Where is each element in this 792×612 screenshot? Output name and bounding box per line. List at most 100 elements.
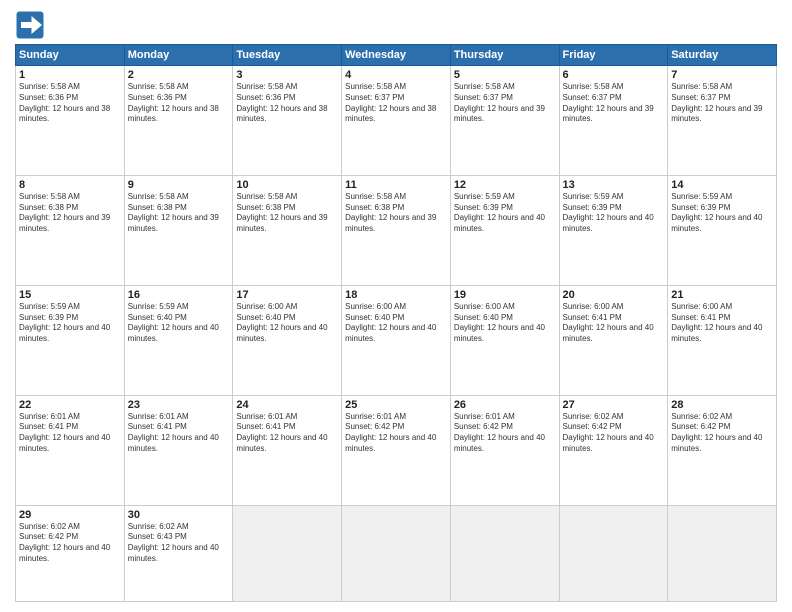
calendar-week-3: 15 Sunrise: 5:59 AMSunset: 6:39 PMDaylig… <box>16 285 777 395</box>
calendar-cell: 18 Sunrise: 6:00 AMSunset: 6:40 PMDaylig… <box>342 285 451 395</box>
day-info: Sunrise: 6:01 AMSunset: 6:42 PMDaylight:… <box>345 412 447 455</box>
calendar-cell: 21 Sunrise: 6:00 AMSunset: 6:41 PMDaylig… <box>668 285 777 395</box>
day-info: Sunrise: 5:58 AMSunset: 6:38 PMDaylight:… <box>236 192 338 235</box>
calendar-cell: 27 Sunrise: 6:02 AMSunset: 6:42 PMDaylig… <box>559 395 668 505</box>
day-number: 5 <box>454 69 556 81</box>
day-info: Sunrise: 5:58 AMSunset: 6:37 PMDaylight:… <box>454 82 556 125</box>
day-number: 2 <box>128 69 230 81</box>
calendar-cell: 7 Sunrise: 5:58 AMSunset: 6:37 PMDayligh… <box>668 66 777 176</box>
calendar-cell: 25 Sunrise: 6:01 AMSunset: 6:42 PMDaylig… <box>342 395 451 505</box>
day-number: 15 <box>19 289 121 301</box>
day-number: 21 <box>671 289 773 301</box>
day-number: 20 <box>563 289 665 301</box>
day-info: Sunrise: 6:01 AMSunset: 6:41 PMDaylight:… <box>19 412 121 455</box>
day-info: Sunrise: 6:01 AMSunset: 6:42 PMDaylight:… <box>454 412 556 455</box>
calendar-cell <box>668 505 777 602</box>
day-info: Sunrise: 6:00 AMSunset: 6:40 PMDaylight:… <box>345 302 447 345</box>
day-header-tuesday: Tuesday <box>233 45 342 66</box>
day-info: Sunrise: 6:00 AMSunset: 6:40 PMDaylight:… <box>236 302 338 345</box>
calendar-cell: 30 Sunrise: 6:02 AMSunset: 6:43 PMDaylig… <box>124 505 233 602</box>
day-info: Sunrise: 5:59 AMSunset: 6:40 PMDaylight:… <box>128 302 230 345</box>
day-info: Sunrise: 6:02 AMSunset: 6:43 PMDaylight:… <box>128 522 230 565</box>
day-number: 19 <box>454 289 556 301</box>
day-info: Sunrise: 5:58 AMSunset: 6:38 PMDaylight:… <box>19 192 121 235</box>
day-info: Sunrise: 5:58 AMSunset: 6:36 PMDaylight:… <box>128 82 230 125</box>
calendar-cell: 13 Sunrise: 5:59 AMSunset: 6:39 PMDaylig… <box>559 175 668 285</box>
day-header-wednesday: Wednesday <box>342 45 451 66</box>
day-info: Sunrise: 6:00 AMSunset: 6:40 PMDaylight:… <box>454 302 556 345</box>
calendar-cell: 22 Sunrise: 6:01 AMSunset: 6:41 PMDaylig… <box>16 395 125 505</box>
day-header-friday: Friday <box>559 45 668 66</box>
day-number: 9 <box>128 179 230 191</box>
header <box>15 10 777 40</box>
calendar-cell <box>342 505 451 602</box>
day-number: 12 <box>454 179 556 191</box>
day-number: 1 <box>19 69 121 81</box>
day-number: 30 <box>128 509 230 521</box>
calendar-table: SundayMondayTuesdayWednesdayThursdayFrid… <box>15 44 777 602</box>
day-info: Sunrise: 5:59 AMSunset: 6:39 PMDaylight:… <box>454 192 556 235</box>
day-number: 25 <box>345 399 447 411</box>
calendar-cell: 14 Sunrise: 5:59 AMSunset: 6:39 PMDaylig… <box>668 175 777 285</box>
day-number: 18 <box>345 289 447 301</box>
day-number: 17 <box>236 289 338 301</box>
calendar-week-1: 1 Sunrise: 5:58 AMSunset: 6:36 PMDayligh… <box>16 66 777 176</box>
day-number: 8 <box>19 179 121 191</box>
day-number: 11 <box>345 179 447 191</box>
day-number: 23 <box>128 399 230 411</box>
calendar-cell: 10 Sunrise: 5:58 AMSunset: 6:38 PMDaylig… <box>233 175 342 285</box>
calendar-week-4: 22 Sunrise: 6:01 AMSunset: 6:41 PMDaylig… <box>16 395 777 505</box>
calendar-cell: 9 Sunrise: 5:58 AMSunset: 6:38 PMDayligh… <box>124 175 233 285</box>
day-number: 24 <box>236 399 338 411</box>
calendar-cell: 1 Sunrise: 5:58 AMSunset: 6:36 PMDayligh… <box>16 66 125 176</box>
day-number: 26 <box>454 399 556 411</box>
day-info: Sunrise: 6:01 AMSunset: 6:41 PMDaylight:… <box>128 412 230 455</box>
calendar-cell: 2 Sunrise: 5:58 AMSunset: 6:36 PMDayligh… <box>124 66 233 176</box>
calendar-week-2: 8 Sunrise: 5:58 AMSunset: 6:38 PMDayligh… <box>16 175 777 285</box>
day-info: Sunrise: 5:58 AMSunset: 6:36 PMDaylight:… <box>19 82 121 125</box>
day-number: 22 <box>19 399 121 411</box>
calendar-cell: 11 Sunrise: 5:58 AMSunset: 6:38 PMDaylig… <box>342 175 451 285</box>
calendar-cell: 29 Sunrise: 6:02 AMSunset: 6:42 PMDaylig… <box>16 505 125 602</box>
day-number: 14 <box>671 179 773 191</box>
calendar-cell: 19 Sunrise: 6:00 AMSunset: 6:40 PMDaylig… <box>450 285 559 395</box>
day-info: Sunrise: 5:59 AMSunset: 6:39 PMDaylight:… <box>19 302 121 345</box>
calendar-cell: 28 Sunrise: 6:02 AMSunset: 6:42 PMDaylig… <box>668 395 777 505</box>
calendar-cell: 15 Sunrise: 5:59 AMSunset: 6:39 PMDaylig… <box>16 285 125 395</box>
day-info: Sunrise: 5:59 AMSunset: 6:39 PMDaylight:… <box>671 192 773 235</box>
calendar-cell: 24 Sunrise: 6:01 AMSunset: 6:41 PMDaylig… <box>233 395 342 505</box>
day-info: Sunrise: 6:00 AMSunset: 6:41 PMDaylight:… <box>671 302 773 345</box>
calendar-cell: 8 Sunrise: 5:58 AMSunset: 6:38 PMDayligh… <box>16 175 125 285</box>
day-header-saturday: Saturday <box>668 45 777 66</box>
calendar-cell: 16 Sunrise: 5:59 AMSunset: 6:40 PMDaylig… <box>124 285 233 395</box>
day-info: Sunrise: 5:58 AMSunset: 6:38 PMDaylight:… <box>345 192 447 235</box>
day-header-thursday: Thursday <box>450 45 559 66</box>
day-info: Sunrise: 5:58 AMSunset: 6:36 PMDaylight:… <box>236 82 338 125</box>
calendar-cell: 12 Sunrise: 5:59 AMSunset: 6:39 PMDaylig… <box>450 175 559 285</box>
day-header-sunday: Sunday <box>16 45 125 66</box>
day-info: Sunrise: 5:59 AMSunset: 6:39 PMDaylight:… <box>563 192 665 235</box>
day-number: 6 <box>563 69 665 81</box>
calendar-cell: 20 Sunrise: 6:00 AMSunset: 6:41 PMDaylig… <box>559 285 668 395</box>
calendar-cell <box>233 505 342 602</box>
day-number: 28 <box>671 399 773 411</box>
day-info: Sunrise: 6:02 AMSunset: 6:42 PMDaylight:… <box>563 412 665 455</box>
calendar-header-row: SundayMondayTuesdayWednesdayThursdayFrid… <box>16 45 777 66</box>
day-info: Sunrise: 5:58 AMSunset: 6:37 PMDaylight:… <box>345 82 447 125</box>
day-number: 13 <box>563 179 665 191</box>
calendar-cell: 6 Sunrise: 5:58 AMSunset: 6:37 PMDayligh… <box>559 66 668 176</box>
day-number: 3 <box>236 69 338 81</box>
day-number: 7 <box>671 69 773 81</box>
day-number: 29 <box>19 509 121 521</box>
day-header-monday: Monday <box>124 45 233 66</box>
day-number: 27 <box>563 399 665 411</box>
day-info: Sunrise: 5:58 AMSunset: 6:37 PMDaylight:… <box>563 82 665 125</box>
day-number: 16 <box>128 289 230 301</box>
calendar-cell <box>450 505 559 602</box>
day-info: Sunrise: 6:02 AMSunset: 6:42 PMDaylight:… <box>671 412 773 455</box>
calendar-week-5: 29 Sunrise: 6:02 AMSunset: 6:42 PMDaylig… <box>16 505 777 602</box>
calendar-cell: 3 Sunrise: 5:58 AMSunset: 6:36 PMDayligh… <box>233 66 342 176</box>
calendar-cell: 4 Sunrise: 5:58 AMSunset: 6:37 PMDayligh… <box>342 66 451 176</box>
page: SundayMondayTuesdayWednesdayThursdayFrid… <box>0 0 792 612</box>
calendar-cell <box>559 505 668 602</box>
